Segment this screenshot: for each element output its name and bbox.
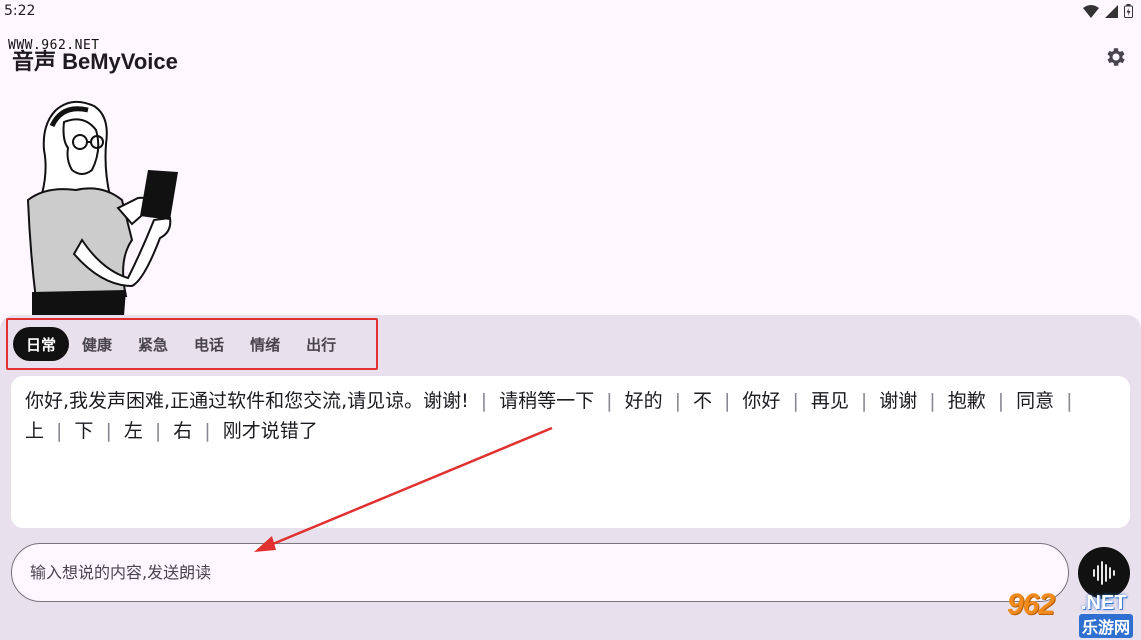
phrase-item[interactable]: 你好 <box>742 390 780 412</box>
phrase-separator: | <box>674 390 681 412</box>
phrase-separator: | <box>929 390 936 412</box>
phrase-item[interactable]: 同意 <box>1016 390 1054 412</box>
phrase-list: 你好,我发声困难,正通过软件和您交流,请见谅。谢谢! | 请稍等一下 | 好的 | 不 | 你好… <box>11 376 1130 528</box>
speech-text-input[interactable] <box>30 563 1068 582</box>
phrase-separator: | <box>1066 390 1073 412</box>
app-bar: WWW.962.NET 音声 BeMyVoice <box>0 36 1141 80</box>
wifi-icon <box>1083 4 1099 18</box>
phrase-separator: | <box>860 390 868 412</box>
site-logo-chinese: 乐游网 <box>1079 614 1134 638</box>
phrase-separator: | <box>606 390 613 412</box>
phrase-item[interactable]: 不 <box>693 390 712 412</box>
tab-daily[interactable]: 日常 <box>13 327 70 361</box>
signal-icon <box>1105 4 1118 18</box>
status-time: 5:22 <box>4 3 36 19</box>
phrase-item[interactable]: 上 <box>25 420 44 442</box>
person-with-phone-illustration <box>26 100 178 316</box>
phrase-separator: | <box>204 420 211 442</box>
category-tabs: 日常 健康 紧急 电话 情绪 出行 <box>6 318 378 370</box>
site-logo-number: 962 <box>1007 588 1055 621</box>
settings-button[interactable] <box>1103 44 1129 70</box>
phrase-separator: | <box>154 420 162 442</box>
phrase-item[interactable]: 好的 <box>625 390 663 412</box>
phrase-separator: | <box>480 390 488 412</box>
site-logo-suffix: .NET <box>1081 592 1127 614</box>
phrase-item[interactable]: 右 <box>173 420 192 442</box>
status-icons <box>1083 4 1133 18</box>
phrase-item[interactable]: 请稍等一下 <box>499 390 594 412</box>
sound-wave-icon <box>1093 561 1115 585</box>
gear-icon <box>1107 48 1125 66</box>
phrase-separator: | <box>56 420 63 442</box>
phrase-separator: | <box>792 390 799 412</box>
tab-phone[interactable]: 电话 <box>181 327 237 361</box>
status-bar: 5:22 <box>0 0 1141 22</box>
speech-input-container <box>11 543 1069 602</box>
phrase-item[interactable]: 谢谢 <box>879 390 917 412</box>
phrase-item[interactable]: 再见 <box>811 390 849 412</box>
tab-health[interactable]: 健康 <box>69 327 125 361</box>
phrase-item[interactable]: 刚才说错了 <box>223 420 318 442</box>
app-title: 音声 BeMyVoice <box>12 49 178 74</box>
phrase-separator: | <box>997 390 1005 412</box>
phrase-item[interactable]: 抱歉 <box>948 390 986 412</box>
phrase-separator: | <box>724 390 731 412</box>
tab-travel[interactable]: 出行 <box>293 327 349 361</box>
phrase-separator: | <box>105 420 112 442</box>
tab-emotion[interactable]: 情绪 <box>237 327 293 361</box>
site-logo-watermark: 962 .NET 乐游网 <box>1003 588 1137 638</box>
phrase-item[interactable]: 下 <box>74 420 93 442</box>
battery-icon <box>1124 4 1133 18</box>
tab-emergency[interactable]: 紧急 <box>125 327 181 361</box>
phrase-item[interactable]: 你好,我发声困难,正通过软件和您交流,请见谅。谢谢! <box>25 390 469 412</box>
phrase-item[interactable]: 左 <box>124 420 143 442</box>
